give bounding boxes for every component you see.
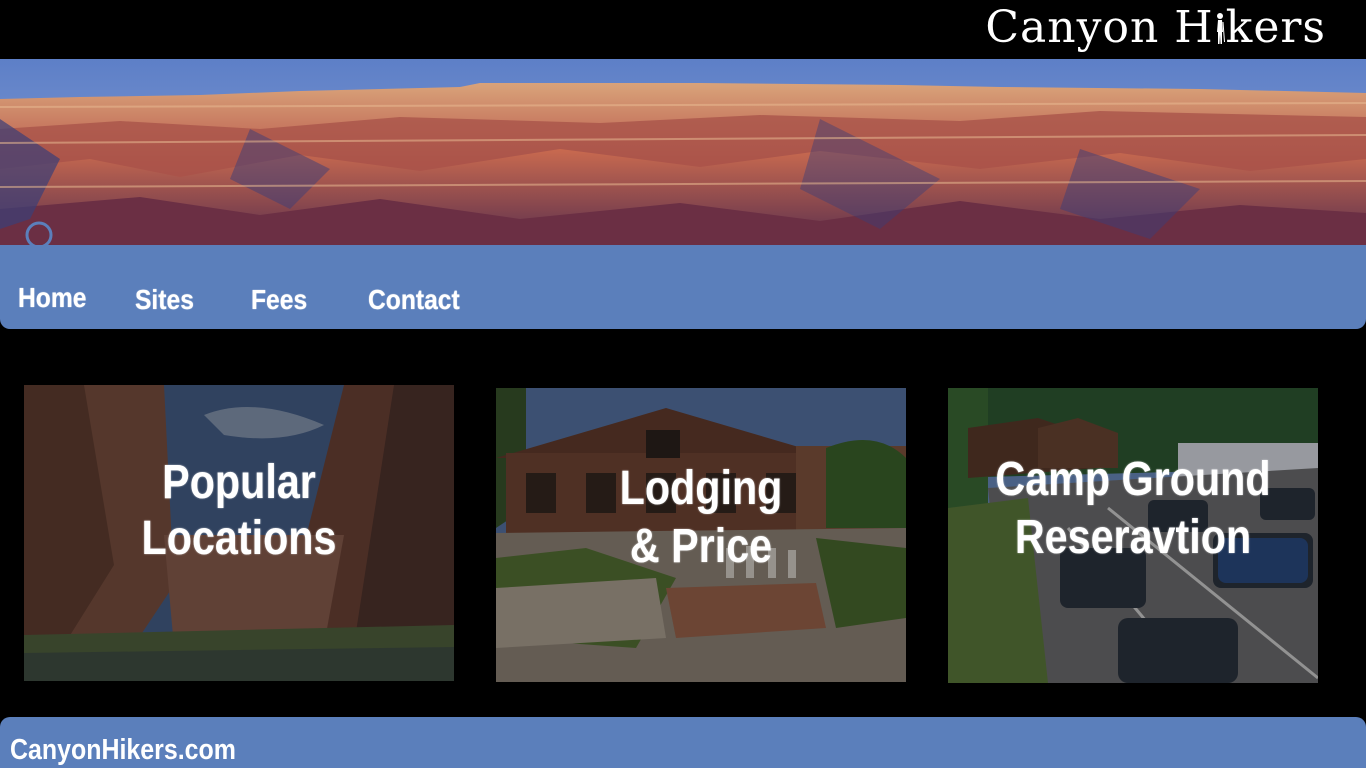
card-camp-ground-reservation[interactable]: Camp Ground Reseravtion bbox=[948, 388, 1318, 683]
card-title-line1: Camp Ground bbox=[995, 453, 1271, 506]
card-title-line2: & Price bbox=[629, 520, 773, 573]
logo-text-part2: kers bbox=[1225, 2, 1326, 53]
nav-home[interactable]: Home bbox=[18, 281, 86, 315]
footer-site-name: CanyonHikers.com bbox=[10, 734, 236, 766]
card-lodging-price[interactable]: Lodging & Price bbox=[496, 388, 906, 682]
main-nav: Home Sites Fees Contact bbox=[0, 245, 1366, 329]
footer-bar: CanyonHikers.com bbox=[0, 717, 1366, 768]
card-popular-locations[interactable]: Popular Locations bbox=[24, 385, 454, 681]
top-bar: Canyon H kers bbox=[0, 0, 1366, 59]
card-title-line2: Locations bbox=[141, 512, 337, 565]
nav-sites[interactable]: Sites bbox=[135, 283, 194, 317]
nav-contact[interactable]: Contact bbox=[368, 283, 460, 317]
site-logo[interactable]: Canyon H kers bbox=[985, 2, 1326, 54]
hiker-icon bbox=[1215, 8, 1225, 48]
hero-banner-image bbox=[0, 59, 1366, 245]
card-title-line1: Lodging bbox=[619, 462, 783, 515]
card-title-line1: Popular bbox=[162, 456, 316, 509]
logo-text-part1: Canyon H bbox=[985, 2, 1214, 53]
card-title-line2: Reseravtion bbox=[1014, 511, 1252, 564]
nav-fees[interactable]: Fees bbox=[251, 283, 307, 317]
